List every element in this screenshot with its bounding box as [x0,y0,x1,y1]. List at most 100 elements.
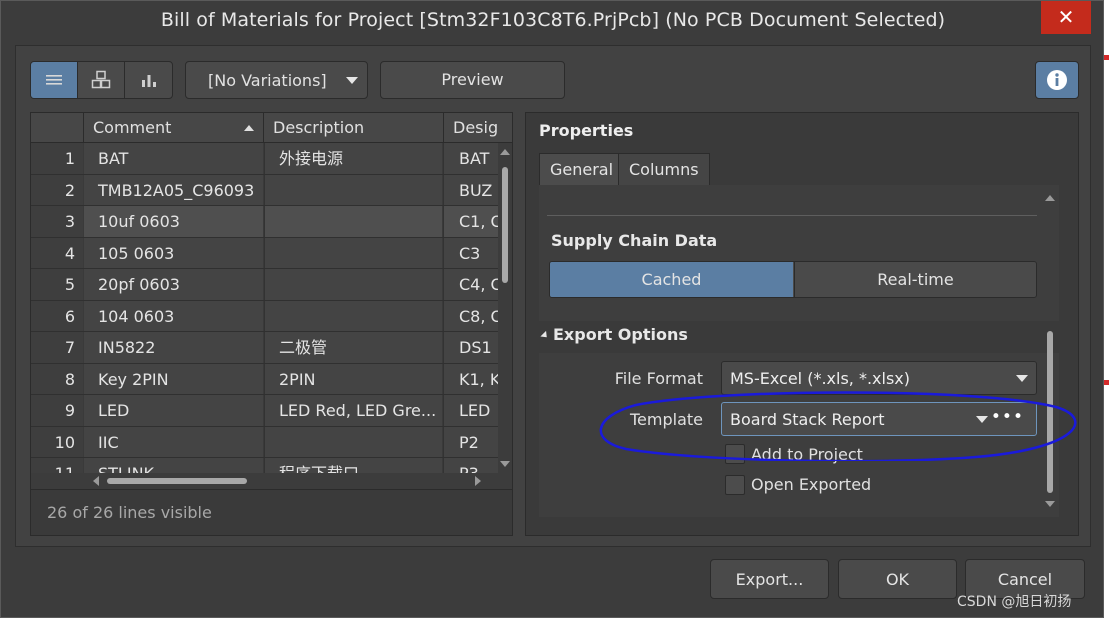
table-row[interactable]: 1 BAT 外接电源 BAT [31,143,498,175]
cell-description: 2PIN [264,363,442,394]
table-horizontal-scrollbar[interactable] [31,473,512,489]
properties-panel: Properties General Columns Supply Chain … [525,112,1079,536]
table-row[interactable]: 10 IIC P2 [31,426,498,458]
cell-comment: LED [84,395,263,426]
table-body: 1 BAT 外接电源 BAT 2 TMB12A05_C96093 BUZ 3 1… [31,143,498,473]
ok-button[interactable]: OK [838,559,957,599]
file-format-label: File Format [614,369,703,388]
table-row[interactable]: 5 20pf 0603 C4, C [31,269,498,301]
properties-title: Properties [539,121,634,140]
table-row[interactable]: 8 Key 2PIN 2PIN K1, K [31,363,498,395]
scroll-left-icon [93,476,99,486]
scroll-down-icon [500,461,510,467]
tab-columns[interactable]: Columns [618,153,710,185]
file-format-value: MS-Excel (*.xls, *.xlsx) [730,369,910,388]
column-header-comment[interactable]: Comment [83,113,263,143]
background-mark [1104,380,1109,385]
cell-description: 二极管 [264,332,442,363]
template-label: Template [629,410,703,429]
table-row[interactable]: 4 105 0603 C3 [31,237,498,269]
chevron-down-icon [976,416,988,423]
view-list-button[interactable] [31,62,78,98]
bom-table: Comment Description Desig 1 BAT 外接电源 BAT [30,112,513,536]
close-button[interactable]: ✕ [1041,1,1091,34]
file-format-dropdown[interactable]: MS-Excel (*.xls, *.xlsx) [721,361,1037,395]
open-exported-checkbox[interactable] [725,475,745,495]
cell-comment: 20pf 0603 [84,269,263,300]
column-header-description[interactable]: Description [263,113,443,143]
cube-icon [91,70,111,89]
variations-value: [No Variations] [208,71,327,90]
column-header-label: Description [273,118,365,137]
column-header-label: Desig [453,118,499,137]
cell-comment: 104 0603 [84,300,263,331]
row-number: 10 [31,426,83,457]
table-row[interactable]: 9 LED LED Red, LED Gre... LED [31,395,498,427]
table-row[interactable]: 7 IN5822 二极管 DS1 [31,332,498,364]
row-number: 3 [31,206,83,237]
chevron-down-icon [346,77,358,84]
cell-description: 外接电源 [264,143,442,174]
bom-dialog: Bill of Materials for Project [Stm32F103… [0,0,1104,618]
scrollbar-thumb[interactable] [502,167,508,283]
cell-comment: 105 0603 [84,237,263,268]
cell-comment: 10uf 0603 [84,206,263,237]
cell-description [264,269,442,300]
cell-designator: C8, C [443,300,498,331]
cell-designator: K1, K [443,363,498,394]
preview-button[interactable]: Preview [380,61,565,99]
table-header: Comment Description Desig [31,113,512,143]
cached-option[interactable]: Cached [550,262,793,297]
cell-comment: IN5822 [84,332,263,363]
view-chart-button[interactable] [125,62,172,98]
cell-designator: BUZ [443,174,498,205]
cell-designator: P2 [443,426,498,457]
row-number: 9 [31,395,83,426]
scrollbar-thumb[interactable] [1047,331,1053,493]
sort-ascending-icon [244,125,254,131]
add-to-project-checkbox[interactable] [725,444,745,464]
realtime-option[interactable]: Real-time [794,262,1036,297]
row-number: 5 [31,269,83,300]
table-vertical-scrollbar[interactable] [498,143,512,473]
cell-description [264,300,442,331]
more-icon[interactable]: ••• [991,407,1024,427]
supply-chain-label: Supply Chain Data [551,231,718,250]
export-options-header[interactable]: Export Options [539,321,1059,353]
info-button[interactable] [1035,61,1079,99]
scrollbar-thumb[interactable] [107,478,247,484]
divider [547,215,1037,216]
cell-comment: BAT [84,143,263,174]
view-cube-button[interactable] [78,62,125,98]
export-button[interactable]: Export... [710,559,829,599]
cell-description: LED Red, LED Gre... [264,395,442,426]
template-dropdown[interactable]: Board Stack Report ••• [721,402,1037,436]
row-number: 7 [31,332,83,363]
add-to-project-label: Add to Project [751,445,863,464]
variations-dropdown[interactable]: [No Variations] [185,61,368,99]
cell-description [264,426,442,457]
table-status: 26 of 26 lines visible [31,489,512,535]
list-icon [46,75,62,85]
properties-scrollbar[interactable] [1043,185,1057,517]
tab-general[interactable]: General [539,153,625,185]
template-value: Board Stack Report [730,410,885,429]
column-header-designator[interactable]: Desig [443,113,512,143]
dialog-content: [No Variations] Preview Comment Descript… [15,45,1091,547]
table-row[interactable]: 2 TMB12A05_C96093 BUZ [31,174,498,206]
table-row[interactable]: 11 STLINK 程序下载口 P3 [31,458,498,473]
cell-comment: TMB12A05_C96093 [84,174,263,205]
table-row-selected[interactable]: 3 10uf 0603 C1, C [31,206,498,238]
properties-content: Supply Chain Data Cached Real-time Expor… [539,185,1059,517]
row-number: 4 [31,237,83,268]
window-title: Bill of Materials for Project [Stm32F103… [160,9,946,31]
background-mark [1104,55,1109,60]
cell-description [264,174,442,205]
table-row[interactable]: 6 104 0603 C8, C [31,300,498,332]
title-bar: Bill of Materials for Project [Stm32F103… [1,1,1103,45]
cell-designator: C1, C [443,206,498,237]
cell-description [264,206,442,237]
cell-description: 程序下载口 [264,458,442,473]
cell-comment: STLINK [84,458,263,473]
export-options-label: Export Options [553,325,688,344]
